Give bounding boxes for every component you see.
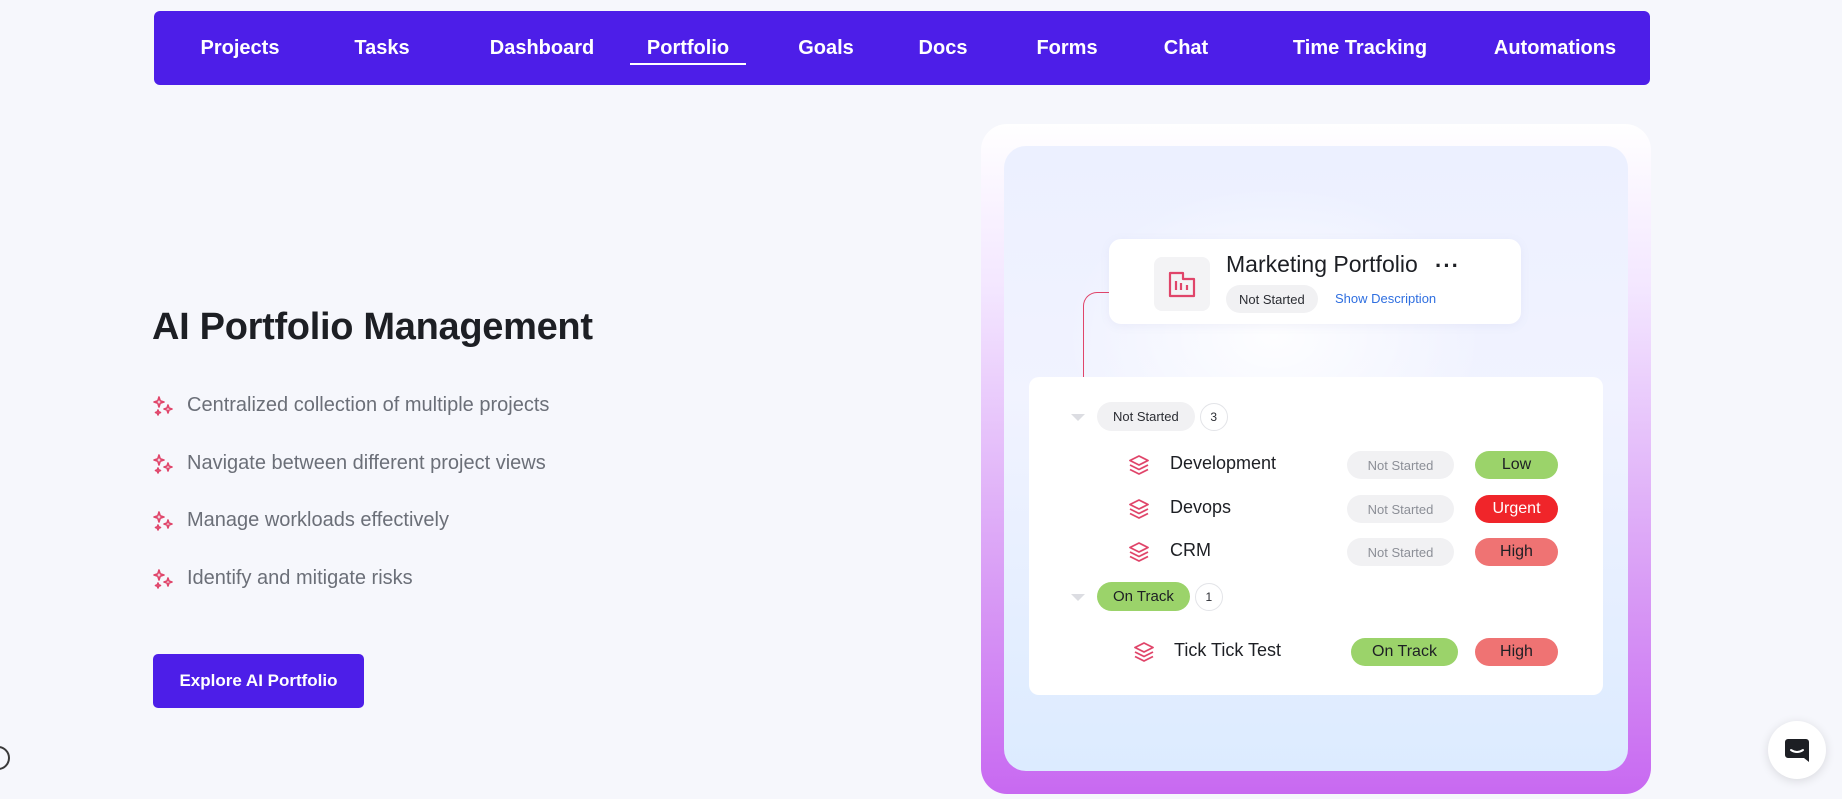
chat-bubble-icon	[1785, 739, 1809, 762]
collapse-caret-icon[interactable]	[1071, 594, 1085, 601]
priority-badge[interactable]: Urgent	[1475, 495, 1558, 523]
table-row[interactable]: Tick Tick Test On Track High	[1029, 634, 1603, 670]
list-item: Centralized collection of multiple proje…	[152, 394, 549, 417]
project-name[interactable]: Tick Tick Test	[1174, 640, 1281, 661]
page-title: AI Portfolio Management	[152, 306, 593, 348]
status-badge[interactable]: Not Started	[1347, 451, 1454, 479]
layers-icon	[1129, 542, 1149, 562]
tab-docs[interactable]: Docs	[914, 11, 972, 85]
sparkle-icon	[153, 395, 173, 416]
project-name[interactable]: Development	[1170, 453, 1276, 474]
priority-badge[interactable]: High	[1475, 538, 1558, 566]
chat-launcher-button[interactable]	[1768, 721, 1826, 779]
status-badge[interactable]: Not Started	[1347, 495, 1454, 523]
project-name[interactable]: CRM	[1170, 540, 1211, 561]
layers-icon	[1134, 642, 1154, 662]
status-badge[interactable]: Not Started	[1347, 538, 1454, 566]
portfolio-title: Marketing Portfolio	[1226, 251, 1418, 277]
group-count: 1	[1194, 582, 1223, 611]
project-name[interactable]: Devops	[1170, 497, 1231, 518]
feature-text: Manage workloads effectively	[187, 509, 449, 531]
list-item: Navigate between different project views	[152, 452, 546, 475]
tab-portfolio[interactable]: Portfolio	[630, 11, 746, 85]
collapse-caret-icon[interactable]	[1071, 414, 1085, 421]
group-count: 3	[1199, 402, 1228, 431]
tab-forms[interactable]: Forms	[1034, 11, 1100, 85]
feature-text: Navigate between different project views	[187, 452, 546, 474]
group-label[interactable]: Not Started	[1097, 402, 1195, 431]
explore-ai-portfolio-button[interactable]: Explore AI Portfolio	[153, 654, 364, 708]
top-nav: Projects Tasks Dashboard Portfolio Goals…	[154, 11, 1650, 85]
tab-time-tracking[interactable]: Time Tracking	[1272, 11, 1448, 85]
tab-chat[interactable]: Chat	[1159, 11, 1213, 85]
priority-badge[interactable]: Low	[1475, 451, 1558, 479]
group-header: Not Started 3	[1097, 402, 1228, 431]
more-options-icon[interactable]: ···	[1435, 253, 1460, 279]
status-badge[interactable]: Not Started	[1226, 285, 1318, 313]
list-item: Identify and mitigate risks	[152, 567, 413, 590]
tab-projects[interactable]: Projects	[187, 11, 293, 85]
group-header: On Track 1	[1097, 582, 1223, 611]
tab-goals[interactable]: Goals	[794, 11, 858, 85]
table-row[interactable]: CRM Not Started High	[1029, 534, 1603, 570]
portfolio-header-card: Marketing Portfolio ··· Not Started Show…	[1109, 239, 1521, 324]
sparkle-icon	[153, 510, 173, 531]
sparkle-icon	[153, 568, 173, 589]
portfolio-building-icon	[1154, 257, 1210, 311]
layers-icon	[1129, 499, 1149, 519]
group-label[interactable]: On Track	[1097, 582, 1190, 611]
tab-tasks[interactable]: Tasks	[349, 11, 415, 85]
layers-icon	[1129, 455, 1149, 475]
feature-text: Centralized collection of multiple proje…	[187, 394, 550, 416]
tree-connector	[1083, 292, 1111, 378]
list-item: Manage workloads effectively	[152, 509, 449, 532]
sparkle-icon	[153, 453, 173, 474]
feature-text: Identify and mitigate risks	[187, 567, 413, 589]
status-badge[interactable]: On Track	[1351, 638, 1458, 666]
priority-badge[interactable]: High	[1475, 638, 1558, 666]
tab-automations[interactable]: Automations	[1475, 11, 1635, 85]
table-row[interactable]: Devops Not Started Urgent	[1029, 491, 1603, 527]
show-description-link[interactable]: Show Description	[1335, 291, 1436, 306]
accessibility-toggle-icon[interactable]	[0, 746, 10, 770]
project-list-card: Not Started 3 Development Not Started Lo…	[1029, 377, 1603, 695]
tab-dashboard[interactable]: Dashboard	[472, 11, 612, 85]
table-row[interactable]: Development Not Started Low	[1029, 447, 1603, 483]
